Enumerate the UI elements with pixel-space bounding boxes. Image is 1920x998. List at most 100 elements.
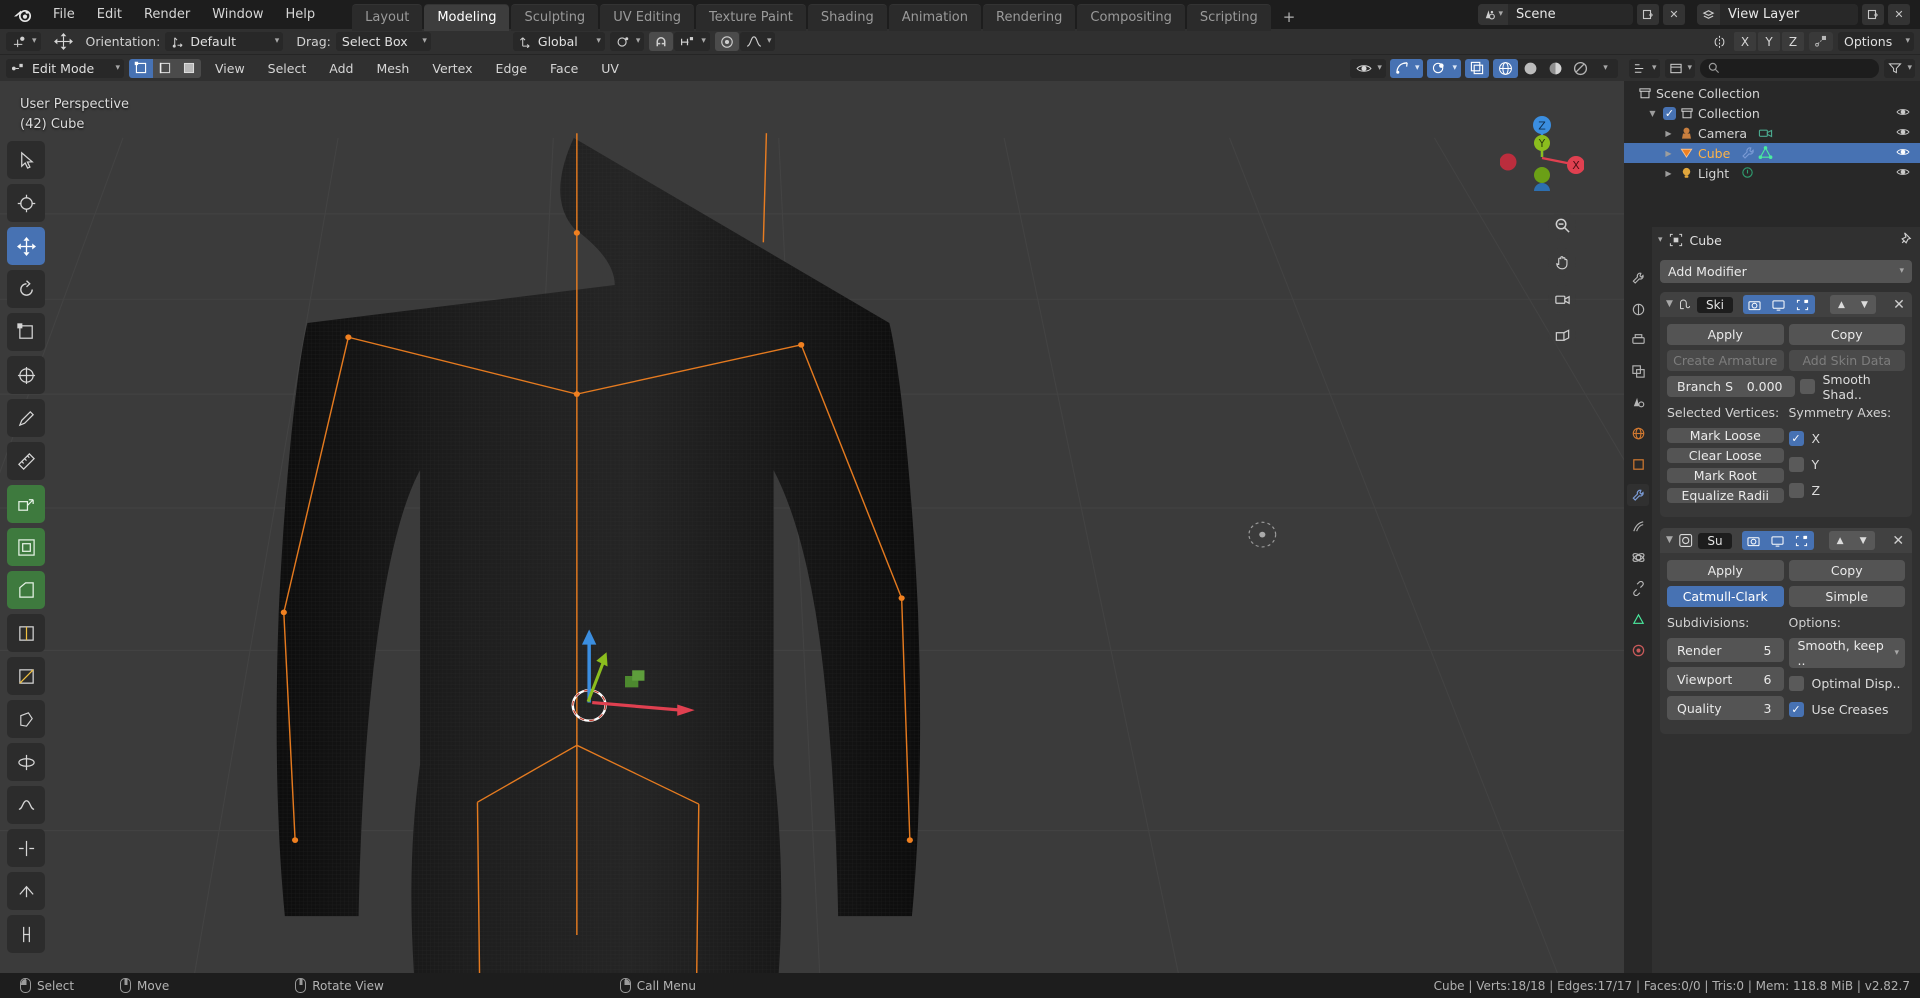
scene-tab-icon[interactable] xyxy=(1627,391,1649,413)
eye-icon[interactable] xyxy=(1896,106,1910,121)
menu-window[interactable]: Window xyxy=(201,4,274,25)
cursor-tool-icon[interactable] xyxy=(7,184,45,222)
toggle-xray-icon[interactable] xyxy=(1465,58,1489,78)
move-up-icon[interactable]: ▲ xyxy=(1829,295,1853,314)
branch-smoothing-field[interactable]: Branch S 0.000 xyxy=(1667,376,1795,397)
collection-checkbox[interactable] xyxy=(1663,106,1676,120)
use-creases-row[interactable]: Use Creases xyxy=(1788,699,1906,720)
tool-tab-icon[interactable] xyxy=(1627,267,1649,289)
apply-button[interactable]: Apply xyxy=(1667,560,1784,581)
workspace-tab-modeling[interactable]: Modeling xyxy=(424,4,510,31)
object-tab-icon[interactable] xyxy=(1627,453,1649,475)
symmetry-x-checkbox[interactable] xyxy=(1788,431,1804,446)
workspace-tab-scripting[interactable]: Scripting xyxy=(1186,4,1271,31)
viewport-menu-face[interactable]: Face xyxy=(541,59,587,78)
move-down-icon[interactable]: ▼ xyxy=(1851,531,1875,550)
outliner-row-cube[interactable]: ▶ Cube xyxy=(1624,143,1920,163)
render-subdivisions-field[interactable]: Render 5 xyxy=(1667,638,1784,662)
workspace-tab-sculpting[interactable]: Sculpting xyxy=(511,4,599,31)
new-viewlayer-icon[interactable] xyxy=(1862,4,1884,25)
camera-view-icon[interactable] xyxy=(1548,285,1576,313)
camera-data-icon[interactable] xyxy=(1758,126,1773,140)
rip-region-tool-icon[interactable] xyxy=(7,915,45,953)
loop-cut-tool-icon[interactable] xyxy=(7,614,45,652)
outliner-filter-button[interactable]: ▾ xyxy=(1884,58,1915,78)
pivot-point-dropdown[interactable]: ▾ xyxy=(609,32,645,51)
workspace-tab-layout[interactable]: Layout xyxy=(352,4,423,31)
disclosure-triangle-icon[interactable]: ▶ xyxy=(1662,129,1675,138)
mark-root-button[interactable]: Mark Root xyxy=(1667,468,1784,483)
drag-dropdown[interactable]: Select Box ▾ xyxy=(335,32,431,51)
use-creases-checkbox[interactable] xyxy=(1788,702,1804,717)
pin-icon[interactable] xyxy=(1899,231,1914,250)
symmetry-y-checkbox[interactable] xyxy=(1788,457,1804,472)
spin-tool-icon[interactable] xyxy=(7,743,45,781)
remove-scene-icon[interactable]: ✕ xyxy=(1663,4,1685,25)
interaction-mode-dropdown[interactable]: Edit Mode ▾ xyxy=(6,58,124,78)
overlays-dropdown[interactable]: ▾ xyxy=(1427,58,1461,78)
vertex-select-icon[interactable] xyxy=(129,58,153,78)
remove-viewlayer-icon[interactable]: ✕ xyxy=(1888,4,1910,25)
viewport-menu-vertex[interactable]: Vertex xyxy=(423,59,481,78)
move-tool-icon[interactable] xyxy=(7,227,45,265)
smooth-tool-icon[interactable] xyxy=(7,786,45,824)
zoom-icon[interactable] xyxy=(1548,211,1576,239)
inset-faces-tool-icon[interactable] xyxy=(7,528,45,566)
viewlayer-selector[interactable]: View Layer xyxy=(1697,4,1858,25)
symmetry-z-checkbox[interactable] xyxy=(1788,483,1804,498)
copy-button[interactable]: Copy xyxy=(1788,560,1905,581)
disclosure-triangle-icon[interactable]: ▼ xyxy=(1646,109,1659,118)
outliner-search-input[interactable] xyxy=(1700,58,1880,78)
navigation-gizmo[interactable]: Z Y X xyxy=(1499,107,1585,199)
catmull-clark-button[interactable]: Catmull-Clark xyxy=(1667,586,1784,607)
modifier-tab-icon[interactable] xyxy=(1627,484,1649,506)
bevel-tool-icon[interactable] xyxy=(7,571,45,609)
visibility-dropdown[interactable]: ▾ xyxy=(1350,58,1386,78)
material-preview-icon[interactable] xyxy=(1543,59,1568,78)
transform-pivot-icon-button[interactable]: ▾ xyxy=(6,32,41,51)
smooth-shading-checkbox[interactable] xyxy=(1799,379,1815,394)
new-scene-icon[interactable] xyxy=(1637,4,1659,25)
scene-selector[interactable]: ▾ Scene xyxy=(1478,4,1633,25)
extrude-region-tool-icon[interactable] xyxy=(7,485,45,523)
menu-edit[interactable]: Edit xyxy=(86,4,133,25)
constraints-tab-icon[interactable] xyxy=(1627,577,1649,599)
workspace-tab-shading[interactable]: Shading xyxy=(807,4,887,31)
menu-help[interactable]: Help xyxy=(275,4,327,25)
viewport-subdivisions-field[interactable]: Viewport 6 xyxy=(1667,667,1784,691)
blender-logo-icon[interactable] xyxy=(10,4,36,26)
mirror-axis-z[interactable]: Z xyxy=(1782,32,1804,51)
uv-smooth-dropdown[interactable]: Smooth, keep .. ▾ xyxy=(1788,638,1905,668)
rotate-tool-icon[interactable] xyxy=(7,270,45,308)
outliner-editor-type-button[interactable]: ▾ xyxy=(1629,58,1660,78)
symmetry-axis-z-row[interactable]: Z xyxy=(1788,480,1906,501)
edit-mode-toggle-icon[interactable] xyxy=(1789,531,1814,550)
outliner-row-light[interactable]: ▶ Light xyxy=(1624,163,1920,183)
scale-tool-icon[interactable] xyxy=(7,313,45,351)
gizmo-dropdown[interactable]: ▾ xyxy=(1389,58,1424,78)
workspace-tab-rendering[interactable]: Rendering xyxy=(983,4,1076,31)
mirror-axis-y[interactable]: Y xyxy=(1758,32,1780,51)
falloff-dropdown[interactable]: ▾ xyxy=(739,32,776,51)
workspace-tab-compositing[interactable]: Compositing xyxy=(1077,4,1185,31)
disclosure-triangle-icon[interactable]: ▶ xyxy=(1662,149,1675,158)
modifier-name-field[interactable]: Su xyxy=(1698,532,1732,549)
apply-button[interactable]: Apply xyxy=(1667,324,1784,345)
scene-icon[interactable]: ▾ xyxy=(1478,4,1508,25)
close-icon[interactable]: ✕ xyxy=(1892,297,1906,313)
auto-merge-icon[interactable] xyxy=(1809,32,1833,51)
move-down-icon[interactable]: ▼ xyxy=(1852,295,1876,314)
copy-button[interactable]: Copy xyxy=(1788,324,1905,345)
modifier-header[interactable]: ▼ Ski ▲ ▼ ✕ xyxy=(1660,292,1912,317)
modifier-wrench-icon[interactable] xyxy=(1741,146,1755,160)
modifier-header[interactable]: ▼ Su ▲ ▼ ✕ xyxy=(1660,528,1912,553)
physics-tab-icon[interactable] xyxy=(1627,546,1649,568)
world-tab-icon[interactable] xyxy=(1627,422,1649,444)
pan-hand-icon[interactable] xyxy=(1548,248,1576,276)
viewlayer-icon[interactable] xyxy=(1697,4,1720,25)
symmetry-axis-x-row[interactable]: X xyxy=(1788,428,1906,449)
edge-slide-tool-icon[interactable] xyxy=(7,829,45,867)
active-tool-move-icon[interactable] xyxy=(46,32,81,51)
eye-icon[interactable] xyxy=(1896,146,1910,161)
render-tab-icon[interactable] xyxy=(1627,298,1649,320)
